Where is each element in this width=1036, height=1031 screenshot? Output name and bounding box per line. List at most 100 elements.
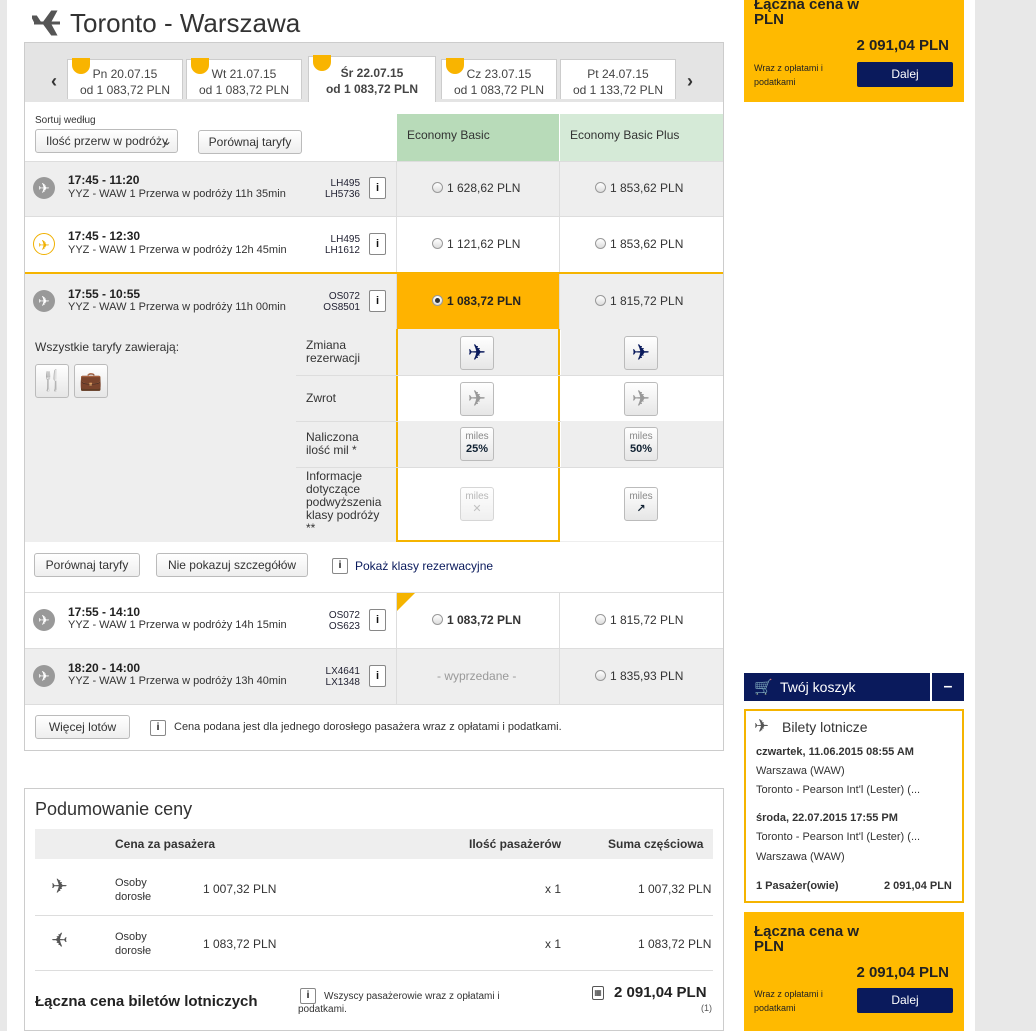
collapse-cart-button[interactable]: – [932,673,964,701]
show-booking-classes-link[interactable]: Pokaż klasy rezerwacyjne [355,559,493,573]
radio-button-checked[interactable] [432,295,443,306]
fare-basic[interactable]: 1 121,62 PLN [432,237,520,251]
passenger-type: Osoby dorosłe [115,931,152,957]
leg-to: Warszawa (WAW) [756,851,845,863]
flight-row[interactable]: ✈ 18:20 - 14:00 YYZ - WAW 1 Przerwa w po… [25,648,723,704]
leg-date: czwartek, 11.06.2015 08:55 AM [756,746,914,758]
lufthansa-logo-icon: ✈ [33,233,55,255]
flight-number: LX4641 [325,666,360,677]
fare-plus[interactable]: 1 815,72 PLN [595,294,683,308]
cart-title: Twój koszyk [780,679,856,695]
flight-row[interactable]: ✈ 17:45 - 12:30 YYZ - WAW 1 Przerwa w po… [25,216,723,272]
compare-fares-button[interactable]: Porównaj taryfy [34,553,140,577]
date-tab-selected[interactable]: Śr 22.07.15 od 1 083,72 PLN [308,55,436,102]
airplane-icon: ✈ [33,290,55,312]
passenger-price: 1 007,32 PLN [203,882,277,896]
radio-button[interactable] [595,670,606,681]
date-tab[interactable]: Pn 20.07.15 od 1 083,72 PLN [67,58,183,99]
date-tab-price: od 1 083,72 PLN [79,83,171,97]
flight-times: 17:55 - 10:55 [68,287,141,301]
flight-number: OS623 [328,621,360,632]
radio-button[interactable] [432,614,443,625]
chevron-down-icon: ⌄ [161,134,172,148]
date-tab-price: od 1 083,72 PLN [198,83,290,97]
fare-plus[interactable]: 1 853,62 PLN [595,181,683,195]
page-background-right [975,0,1036,1031]
info-button[interactable]: i [369,609,386,631]
leg-to: Toronto - Pearson Int'l (Lester) (... [756,784,921,796]
airplane-icon: ✈ [33,609,55,631]
radio-button[interactable] [595,238,606,249]
flight-row[interactable]: ✈ 17:55 - 14:10 YYZ - WAW 1 Przerwa w po… [25,592,723,648]
chevron-left-icon[interactable]: ‹ [51,71,57,92]
compare-fares-button[interactable]: Porównaj taryfy [198,130,302,154]
feature-label: Zmiana rezerwacji [306,338,361,365]
leg-date: środa, 22.07.2015 17:55 PM [756,812,898,824]
chevron-right-icon[interactable]: › [687,71,693,92]
page-background-left [0,0,7,1031]
flight-row-selected[interactable]: ✈ 17:55 - 10:55 YYZ - WAW 1 Przerwa w po… [25,272,723,330]
flight-number: LX1348 [325,677,360,688]
continue-button[interactable]: Dalej [857,62,953,87]
meal-icon: 🍴 [35,364,69,398]
radio-button[interactable] [432,238,443,249]
return-plane-icon: ✈ [51,930,68,952]
passenger-price: 1 083,72 PLN [203,937,277,951]
cart-header[interactable]: 🛒 Twój koszyk [744,673,930,701]
continue-button[interactable]: Dalej [857,988,953,1013]
more-flights-button[interactable]: Więcej lotów [35,715,130,739]
cart-total: 2 091,04 PLN [884,880,952,892]
date-tab[interactable]: Wt 21.07.15 od 1 083,72 PLN [186,58,302,99]
miles-percent: 25% [465,443,489,455]
sort-select[interactable]: Ilość przerw w podróży ⌄ [35,129,178,153]
flight-times: 17:45 - 11:20 [68,173,140,187]
calculator-icon: ▦ [592,986,604,1000]
fare-price: 1 121,62 PLN [447,237,521,251]
refund-fee-icon: ✈ [624,382,658,416]
info-button[interactable]: i [369,665,386,687]
all-fares-include-label: Wszystkie taryfy zawierają: [35,340,180,354]
miles-badge: miles 50% [624,427,658,461]
info-button[interactable]: i [369,177,386,199]
flight-row[interactable]: ✈ 17:45 - 11:20 YYZ - WAW 1 Przerwa w po… [25,161,723,217]
summary-header: Cena za pasażera Ilość pasażerów Suma cz… [35,829,713,859]
date-tab[interactable]: Cz 23.07.15 od 1 083,72 PLN [441,58,557,99]
cart-section-title: Bilety lotnicze [782,719,868,735]
info-button[interactable]: i [369,290,386,312]
price-note: Cena podana jest dla jednego dorosłego p… [174,721,562,733]
miles-word: miles [629,491,653,502]
fare-plus[interactable]: 1 853,62 PLN [595,237,683,251]
taxes-note: Wraz z opłatami i podatkami [754,989,823,1013]
upgrade-available-icon: miles ↗ [624,487,658,521]
fare-plus[interactable]: 1 835,93 PLN [595,669,683,683]
col-subtotal: Suma częściowa [608,837,704,851]
radio-button[interactable] [595,295,606,306]
sort-select-value: Ilość przerw w podróży [46,134,169,148]
airplane-icon: ✈ [33,665,55,687]
date-tab[interactable]: Pt 24.07.15 od 1 133,72 PLN [560,59,676,99]
miles-word: miles [465,431,489,442]
radio-button[interactable] [595,614,606,625]
fare-price: 1 853,62 PLN [610,181,684,195]
date-tab-price: od 1 133,72 PLN [572,83,664,97]
info-button[interactable]: i [369,233,386,255]
fare-basic[interactable]: 1 083,72 PLN [432,613,521,627]
leg-from: Warszawa (WAW) [756,765,845,777]
hide-details-button[interactable]: Nie pokazuj szczegółów [156,553,308,577]
leg-from: Toronto - Pearson Int'l (Lester) (... [756,831,921,843]
radio-button[interactable] [595,182,606,193]
subtotal: 1 007,32 PLN [638,882,712,896]
radio-button[interactable] [432,182,443,193]
cart-panel: ✈ Bilety lotnicze czwartek, 11.06.2015 0… [744,709,964,903]
total-price-title: Łączna cena w PLN [754,923,860,955]
fare-basic[interactable]: 1 083,72 PLN [432,294,521,308]
info-icon: i [332,558,348,574]
col-price: Cena za pasażera [115,837,216,851]
subtotal: 1 083,72 PLN [638,937,712,951]
flight-route: YYZ - WAW 1 Przerwa w podróży 11h 35min [68,188,286,200]
cart-icon: 🛒 [754,679,773,696]
rebooking-plane-icon: ✈ [460,336,494,370]
flight-number: LH1612 [324,245,360,256]
fare-basic[interactable]: 1 628,62 PLN [432,181,520,195]
fare-plus[interactable]: 1 815,72 PLN [595,613,683,627]
